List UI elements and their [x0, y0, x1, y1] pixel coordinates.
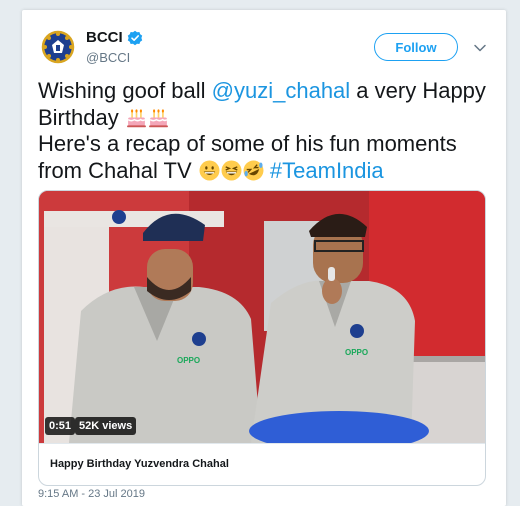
chevron-down-icon[interactable] [473, 41, 487, 55]
birthday-cake-icon [148, 108, 168, 127]
video-duration-badge: 0:51 [45, 417, 76, 435]
oppo-logo: OPPO [177, 356, 200, 365]
view-count-badge: 52K views [75, 417, 137, 435]
grinning-face-icon [199, 160, 220, 180]
tweet-card: BCCI @BCCI Follow Wishing goof ball @yuz… [22, 10, 506, 506]
handle[interactable]: @BCCI [86, 50, 143, 65]
video-thumbnail: OPPO OPPO [39, 191, 485, 443]
verified-badge-icon [127, 30, 142, 45]
mention-link[interactable]: @yuzi_chahal [212, 78, 351, 103]
hashtag-link[interactable]: #TeamIndia [270, 158, 384, 183]
video-card[interactable]: OPPO OPPO 0:51 52K views Happy Birthday … [38, 190, 486, 486]
avatar[interactable] [38, 27, 78, 67]
display-name[interactable]: BCCI [86, 29, 143, 46]
display-name-text[interactable]: BCCI [86, 29, 123, 46]
tweet-timestamp[interactable]: 9:15 AM - 23 Jul 2019 [38, 488, 145, 500]
video-title[interactable]: Happy Birthday Yuzvendra Chahal [39, 443, 485, 485]
rolling-laughing-face-icon [243, 160, 264, 180]
follow-button[interactable]: Follow [374, 33, 458, 61]
tweet-text: Wishing goof ball @yuzi_chahal a very Ha… [38, 78, 498, 184]
laughing-face-icon [221, 160, 242, 180]
video-player[interactable]: OPPO OPPO 0:51 52K views [39, 191, 485, 443]
bcci-logo-icon [38, 27, 78, 67]
tweet-text-part: Wishing goof ball [38, 78, 212, 103]
birthday-cake-icon [126, 108, 146, 127]
author-block[interactable]: BCCI @BCCI [86, 29, 143, 65]
oppo-logo: OPPO [345, 348, 368, 357]
